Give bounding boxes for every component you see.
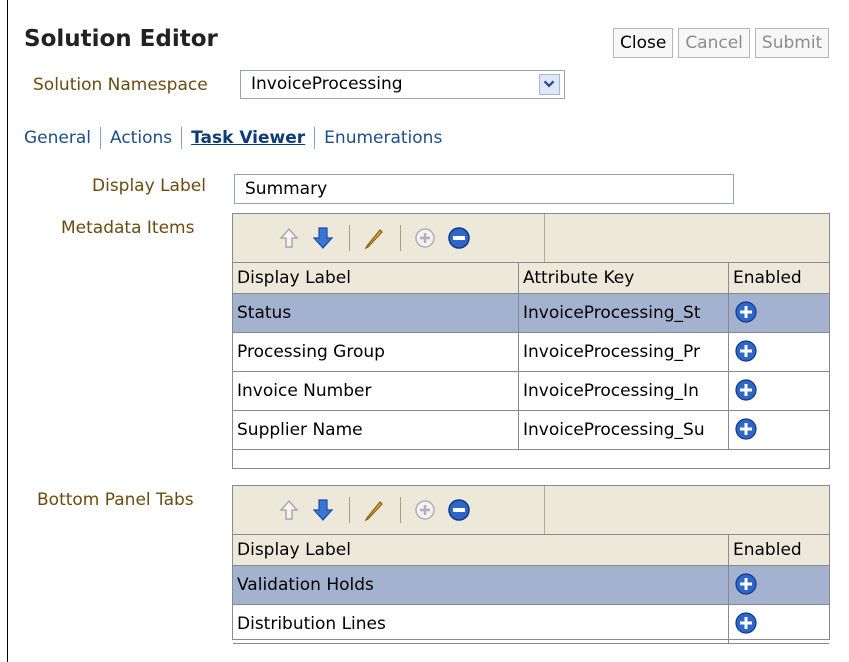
metadata-toolbar <box>233 214 829 263</box>
table-row[interactable]: Invoice Number InvoiceProcessing_In <box>233 372 829 411</box>
table-row[interactable]: Supplier Name InvoiceProcessing_Su <box>233 411 829 450</box>
move-down-icon[interactable] <box>311 498 335 522</box>
add-icon[interactable] <box>413 226 437 250</box>
page-title: Solution Editor <box>24 26 218 52</box>
move-up-icon[interactable] <box>277 498 301 522</box>
tab-task-viewer[interactable]: Task Viewer <box>191 128 305 148</box>
row-display-label: Validation Holds <box>233 566 729 604</box>
row-attribute-key: InvoiceProcessing_Su <box>519 411 729 449</box>
namespace-label: Solution Namespace <box>33 75 208 95</box>
row-enabled <box>729 411 829 449</box>
row-enabled <box>729 294 829 332</box>
namespace-select[interactable]: InvoiceProcessing <box>240 70 565 99</box>
row-display-label: Distribution Lines <box>233 605 729 643</box>
enabled-add-icon[interactable] <box>735 611 757 634</box>
remove-icon[interactable] <box>447 226 471 250</box>
tab-enumerations[interactable]: Enumerations <box>324 128 442 148</box>
table-row[interactable]: Processing Group InvoiceProcessing_Pr <box>233 333 829 372</box>
add-icon[interactable] <box>413 498 437 522</box>
submit-button[interactable]: Submit <box>754 28 830 58</box>
column-header-attribute-key[interactable]: Attribute Key <box>519 263 729 293</box>
tab-general[interactable]: General <box>24 128 91 148</box>
enabled-add-icon[interactable] <box>735 417 757 440</box>
row-attribute-key: InvoiceProcessing_St <box>519 294 729 332</box>
close-button[interactable]: Close <box>613 28 674 58</box>
row-display-label: Status <box>233 294 519 332</box>
edit-icon[interactable] <box>362 498 386 522</box>
column-header-display-label[interactable]: Display Label <box>233 535 729 565</box>
bottom-panel-tabs-table: Display Label Enabled Validation Holds Di… <box>232 485 830 644</box>
namespace-value: InvoiceProcessing <box>251 74 403 94</box>
column-header-display-label[interactable]: Display Label <box>233 263 519 293</box>
row-display-label: Invoice Number <box>233 372 519 410</box>
edit-icon[interactable] <box>362 226 386 250</box>
row-enabled <box>729 566 829 604</box>
bottom-panel-header-row: Display Label Enabled <box>233 535 829 566</box>
enabled-add-icon[interactable] <box>735 572 757 595</box>
window-left-border <box>7 0 8 662</box>
toolbar-separator <box>400 225 401 251</box>
table-row[interactable]: Validation Holds <box>233 566 829 605</box>
chevron-down-icon[interactable] <box>539 74 560 95</box>
enabled-add-icon[interactable] <box>735 300 757 323</box>
tab-actions[interactable]: Actions <box>110 128 172 148</box>
table-row[interactable]: Status InvoiceProcessing_St <box>233 294 829 333</box>
row-display-label: Processing Group <box>233 333 519 371</box>
cancel-button[interactable]: Cancel <box>678 28 750 58</box>
row-enabled <box>729 333 829 371</box>
action-buttons: Close Cancel Submit <box>613 28 830 58</box>
toolbar-separator <box>349 225 350 251</box>
tab-bar: General Actions Task Viewer Enumerations <box>24 127 442 149</box>
row-attribute-key: InvoiceProcessing_Pr <box>519 333 729 371</box>
bottom-panel-tabs-label: Bottom Panel Tabs <box>37 490 194 510</box>
row-display-label: Supplier Name <box>233 411 519 449</box>
move-up-icon[interactable] <box>277 226 301 250</box>
metadata-items-label: Metadata Items <box>61 218 195 238</box>
enabled-add-icon[interactable] <box>735 339 757 362</box>
remove-icon[interactable] <box>447 498 471 522</box>
row-enabled <box>729 372 829 410</box>
metadata-items-table: Display Label Attribute Key Enabled Stat… <box>232 213 830 469</box>
metadata-header-row: Display Label Attribute Key Enabled <box>233 263 829 294</box>
tab-separator <box>100 127 101 149</box>
tab-separator <box>181 127 183 149</box>
table-row[interactable]: Distribution Lines <box>233 605 829 644</box>
display-label-label: Display Label <box>92 176 206 196</box>
row-attribute-key: InvoiceProcessing_In <box>519 372 729 410</box>
enabled-add-icon[interactable] <box>735 378 757 401</box>
display-label-input[interactable]: Summary <box>234 174 734 204</box>
row-enabled <box>729 605 829 643</box>
tab-separator <box>314 127 316 149</box>
column-header-enabled[interactable]: Enabled <box>729 263 829 293</box>
move-down-icon[interactable] <box>311 226 335 250</box>
bottom-panel-toolbar <box>233 486 829 535</box>
toolbar-separator <box>400 497 401 523</box>
toolbar-separator <box>349 497 350 523</box>
column-header-enabled[interactable]: Enabled <box>729 535 829 565</box>
